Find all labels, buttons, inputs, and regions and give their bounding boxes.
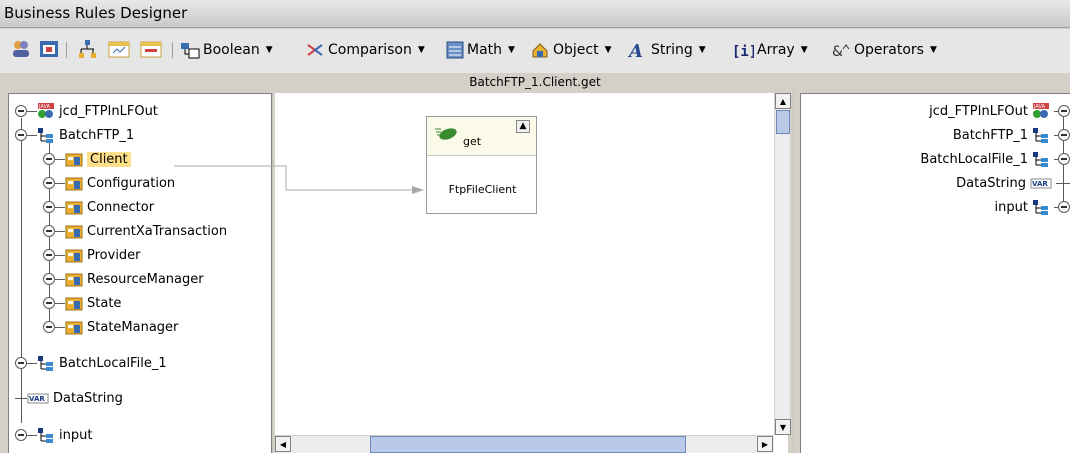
method-field[interactable]: FtpFileClient <box>427 183 538 196</box>
otd-icon <box>1033 200 1048 215</box>
expand-icon[interactable] <box>1058 105 1070 117</box>
scroll-thumb-horizontal[interactable] <box>370 436 686 453</box>
dest-item-jcd[interactable]: jcd_FTPInLFOut JAVA <box>929 100 1070 122</box>
expand-icon[interactable] <box>1058 201 1070 213</box>
expand-icon[interactable] <box>1058 153 1070 165</box>
scroll-right-button[interactable]: ▶ <box>757 436 773 452</box>
method-title: get <box>463 135 482 148</box>
var-icon: VAR <box>1030 178 1052 189</box>
scroll-thumb-vertical[interactable] <box>776 110 790 134</box>
horizontal-scrollbar[interactable]: ◀ ▶ <box>275 435 774 453</box>
dest-item-input[interactable]: input <box>995 196 1070 218</box>
method-icon <box>435 128 457 140</box>
svg-text:VAR: VAR <box>1032 180 1048 188</box>
otd-icon <box>1033 128 1048 143</box>
dest-item-batchftp[interactable]: BatchFTP_1 <box>953 124 1070 146</box>
method-box-header: get ▲ <box>427 117 536 156</box>
scroll-down-button[interactable]: ▼ <box>775 419 791 435</box>
vertical-scrollbar[interactable]: ▲ ▼ <box>774 93 791 435</box>
java-collab-icon: JAVA <box>1033 103 1049 118</box>
expand-icon[interactable] <box>1058 129 1070 141</box>
dest-item-batchlocalfile[interactable]: BatchLocalFile_1 <box>920 148 1070 170</box>
scroll-left-button[interactable]: ◀ <box>275 436 291 452</box>
collapse-button[interactable]: ▲ <box>516 120 530 133</box>
destination-tree-panel: jcd_FTPInLFOut JAVA BatchFTP_1 BatchLoca… <box>800 93 1070 453</box>
svg-text:JAVA: JAVA <box>1033 104 1046 110</box>
method-box-get[interactable]: get ▲ FtpFileClient <box>426 116 537 214</box>
dest-item-datastring[interactable]: DataString VAR <box>956 172 1070 194</box>
scroll-up-button[interactable]: ▲ <box>775 93 791 109</box>
otd-icon <box>1033 152 1048 167</box>
